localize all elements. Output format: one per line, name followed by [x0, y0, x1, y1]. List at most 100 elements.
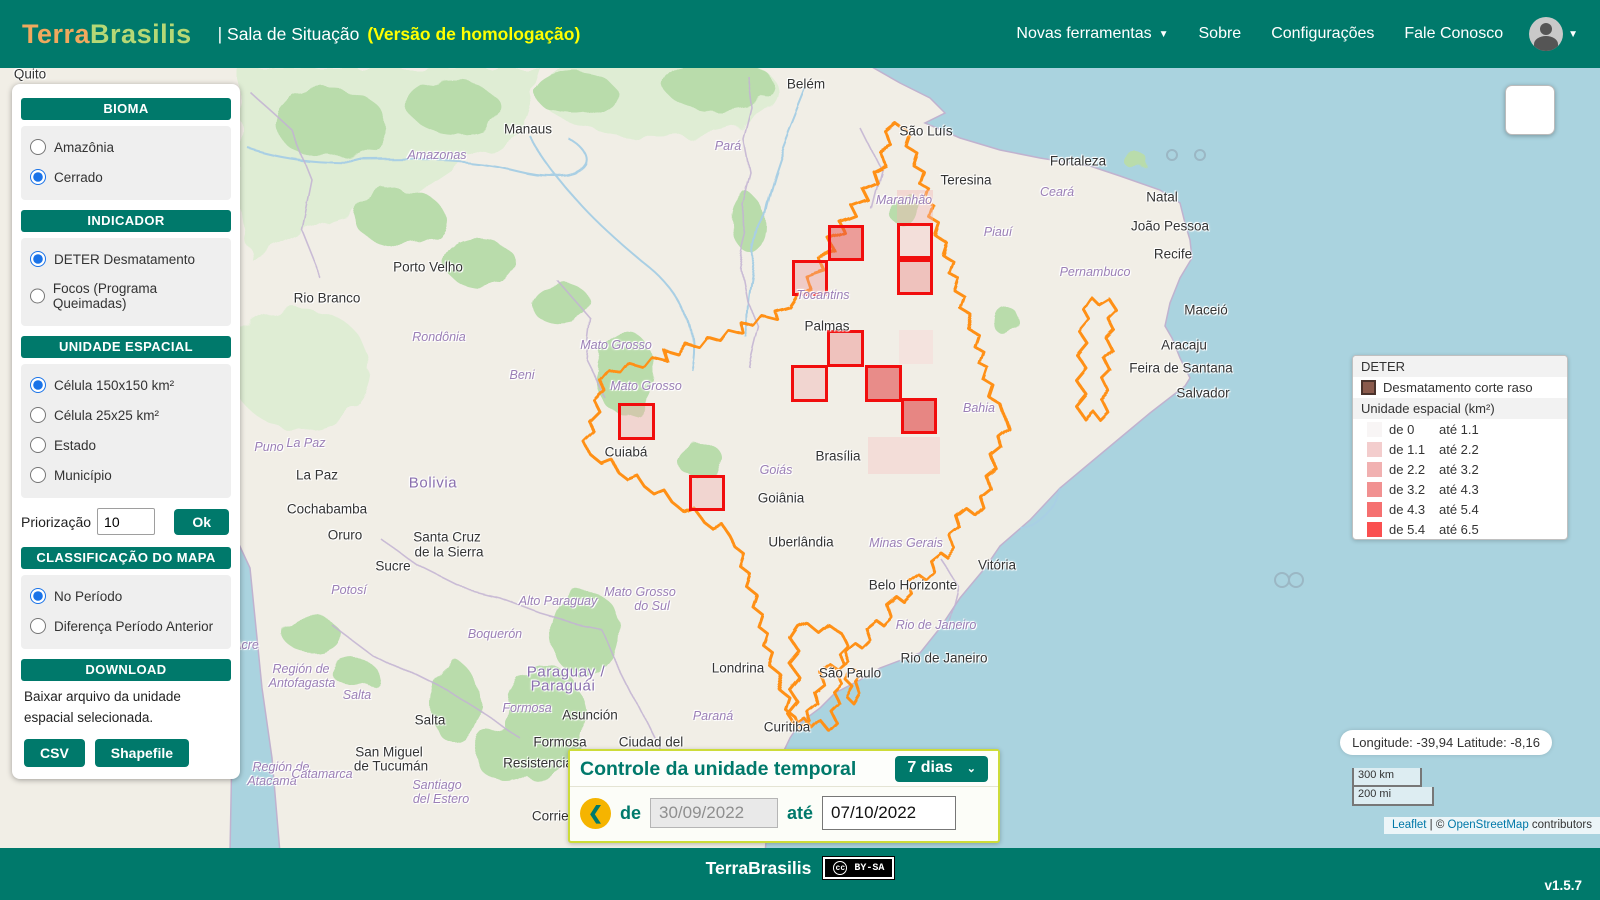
radio-button[interactable] [30, 467, 46, 483]
scale-mi: 200 mi [1352, 787, 1434, 806]
ok-button[interactable]: Ok [174, 509, 229, 535]
deter-cell[interactable] [865, 365, 902, 402]
main-nav: Novas ferramentas ▼ Sobre ▼ Configuraçõe… [1016, 25, 1503, 43]
legend-range-row: de 4.3até 5.4 [1353, 499, 1567, 519]
deter-cell[interactable] [897, 223, 933, 259]
legend-title: DETER [1353, 356, 1567, 377]
shapefile-download-button[interactable]: Shapefile [95, 739, 189, 767]
user-menu[interactable]: ▼ [1529, 17, 1578, 51]
classificacao-options: No Período Diferença Período Anterior [21, 575, 231, 649]
deter-cell[interactable] [897, 190, 933, 223]
avatar[interactable] [1529, 17, 1563, 51]
nav-item[interactable]: Fale Conosco ▼ [1404, 25, 1503, 43]
radio-button[interactable] [30, 288, 45, 304]
range-swatch [1367, 482, 1382, 497]
deter-cell[interactable] [901, 398, 937, 434]
radio-button[interactable] [30, 407, 46, 423]
range-swatch [1367, 422, 1382, 437]
range-swatch [1367, 522, 1382, 537]
deter-legend: DETER Desmatamento corte raso Unidade es… [1352, 355, 1568, 540]
download-description: Baixar arquivo da unidade espacial selec… [24, 687, 228, 729]
range-swatch [1367, 502, 1382, 517]
download-section-header: DOWNLOAD [21, 659, 231, 681]
deter-cell[interactable] [827, 330, 864, 367]
ate-label: até [787, 803, 813, 824]
nav-item[interactable]: Sobre ▼ [1199, 25, 1242, 43]
bioma-options: Amazônia Cerrado [21, 126, 231, 200]
environment-note: (Versão de homologação) [367, 24, 580, 45]
legend-range-row: de 2.2até 3.2 [1353, 459, 1567, 479]
terrabrasilis-logo[interactable]: TerraBrasilis [22, 19, 192, 50]
corte-raso-swatch [1361, 380, 1376, 395]
leaflet-link[interactable]: Leaflet [1392, 819, 1427, 831]
csv-download-button[interactable]: CSV [24, 739, 85, 767]
priorizacao-label: Priorização [21, 514, 91, 530]
legend-subtitle: Unidade espacial (km²) [1353, 398, 1567, 419]
legend-range-row: de 0até 1.1 [1353, 419, 1567, 439]
leaflet-map[interactable]: QuitoBelémManausSão LuísFortalezaTeresin… [0, 68, 1600, 848]
bioma-radio-option[interactable]: Amazônia [30, 132, 222, 162]
legend-range-row: de 1.1até 2.2 [1353, 439, 1567, 459]
deter-cell[interactable] [689, 475, 725, 511]
subtitle-text: | Sala de Situação [218, 24, 360, 45]
bioma-radio-option[interactable]: Cerrado [30, 162, 222, 192]
classificacao-section-header: CLASSIFICAÇÃO DO MAPA [21, 547, 231, 569]
version-label: v1.5.7 [1544, 878, 1582, 893]
deter-cell[interactable] [897, 259, 933, 295]
period-select[interactable]: 7 dias ⌄ [895, 756, 988, 782]
previous-period-button[interactable]: ❮ [580, 798, 611, 829]
legend-class-row: Desmatamento corte raso [1353, 377, 1567, 398]
indicador-options: DETER Desmatamento Focos (Programa Queim… [21, 238, 231, 326]
deter-cell[interactable] [792, 260, 828, 296]
indicador-radio-option[interactable]: Focos (Programa Queimadas) [30, 274, 222, 318]
nav-item[interactable]: Novas ferramentas ▼ [1016, 25, 1168, 43]
deter-cell[interactable] [618, 403, 655, 440]
deter-cell[interactable] [828, 225, 864, 261]
unidade-radio-option[interactable]: Célula 25x25 km² [30, 400, 222, 430]
unidade-radio-option[interactable]: Município [30, 460, 222, 490]
radio-button[interactable] [30, 139, 46, 155]
indicador-section-header: INDICADOR [21, 210, 231, 232]
filters-sidebar: BIOMA Amazônia Cerrado INDICADOR DETER D… [12, 84, 240, 779]
classificacao-radio-option[interactable]: Diferença Período Anterior [30, 611, 222, 641]
chevron-down-icon: ⌄ [967, 762, 976, 775]
unidade-section-header: UNIDADE ESPACIAL [21, 336, 231, 358]
radio-button[interactable] [30, 251, 46, 267]
priorizacao-input[interactable] [97, 508, 155, 535]
range-swatch [1367, 442, 1382, 457]
deter-cell[interactable] [868, 437, 940, 474]
classificacao-radio-option[interactable]: No Período [30, 581, 222, 611]
unidade-options: Célula 150x150 km² Célula 25x25 km² Esta… [21, 364, 231, 498]
unidade-radio-option[interactable]: Estado [30, 430, 222, 460]
legend-range-row: de 3.2até 4.3 [1353, 479, 1567, 499]
start-date-input [650, 798, 778, 828]
osm-link[interactable]: OpenStreetMap [1448, 819, 1529, 831]
chevron-down-icon: ▼ [1568, 29, 1578, 40]
temporal-control-panel: Controle da unidade temporal 7 dias ⌄ ❮ … [568, 749, 1000, 843]
radio-button[interactable] [30, 618, 46, 634]
deter-cell[interactable] [899, 330, 933, 364]
radio-button[interactable] [30, 377, 46, 393]
nav-item[interactable]: Configurações ▼ [1271, 25, 1374, 43]
priorizacao-row: Priorização Ok [21, 508, 231, 535]
de-label: de [620, 803, 641, 824]
legend-class-label: Desmatamento corte raso [1383, 380, 1533, 395]
mouse-coordinates: Longitude: -39,94 Latitude: -8,16 [1340, 730, 1552, 755]
app-header: TerraBrasilis | Sala de Situação (Versão… [0, 0, 1600, 68]
logo-terra: Terra [22, 19, 90, 49]
radio-button[interactable] [30, 169, 46, 185]
end-date-input[interactable] [822, 796, 956, 830]
radio-button[interactable] [30, 437, 46, 453]
scale-control: 300 km 200 mi [1352, 768, 1434, 806]
deter-cell[interactable] [791, 365, 828, 402]
unidade-radio-option[interactable]: Célula 150x150 km² [30, 370, 222, 400]
app-footer: TerraBrasilis cc BY-SA v1.5.7 [0, 848, 1600, 900]
indicador-radio-option[interactable]: DETER Desmatamento [30, 244, 222, 274]
temporal-title: Controle da unidade temporal [580, 758, 856, 781]
cc-by-sa-badge[interactable]: cc BY-SA [823, 857, 894, 879]
footer-brand: TerraBrasilis [706, 858, 812, 879]
range-swatch [1367, 462, 1382, 477]
layers-control[interactable] [1505, 85, 1555, 135]
radio-button[interactable] [30, 588, 46, 604]
scale-km: 300 km [1352, 768, 1422, 787]
